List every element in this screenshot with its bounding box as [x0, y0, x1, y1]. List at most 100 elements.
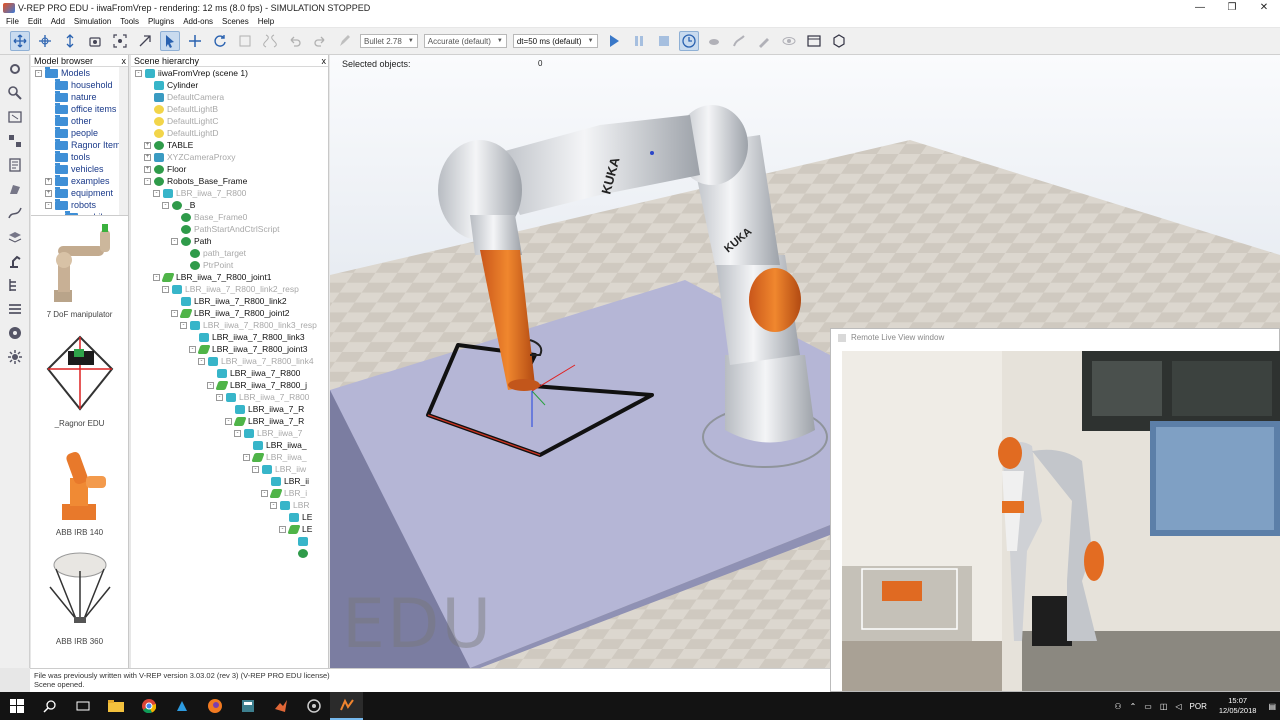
scene-tree-item[interactable]: LBR_iiwa_7_R800_link2 — [131, 295, 328, 307]
scene-tree-item[interactable]: LE — [131, 511, 328, 523]
accuracy-select[interactable]: Accurate (default) ▼ — [423, 34, 507, 48]
collapse-icon[interactable]: - — [189, 345, 196, 353]
collapse-icon[interactable]: - — [162, 201, 169, 209]
scene-tree-item[interactable]: - LBR_iiwa_7_R800 — [131, 391, 328, 403]
scene-tree-item[interactable]: - LBR_iiw — [131, 463, 328, 475]
click-select-button[interactable] — [160, 31, 180, 51]
selection-button[interactable] — [4, 83, 26, 103]
chrome-taskbar[interactable] — [132, 692, 165, 720]
chrome-alt-taskbar[interactable] — [297, 692, 330, 720]
model-thumbnail[interactable]: 7 DoF manipulator — [31, 220, 128, 329]
collapse-icon[interactable]: - — [153, 273, 160, 281]
close-button[interactable]: ✕ — [1248, 0, 1280, 15]
collapse-icon[interactable]: - — [45, 201, 52, 209]
scene-tree-item[interactable]: - LBR — [131, 499, 328, 511]
remote-live-view-window[interactable]: Remote Live View window — [830, 328, 1280, 692]
scene-tree-item[interactable]: Cylinder — [131, 79, 328, 91]
expand-icon[interactable]: + — [144, 165, 151, 173]
expand-icon[interactable]: + — [144, 141, 151, 149]
model-tree-item[interactable]: nature — [31, 90, 128, 103]
battery-icon[interactable]: ▭ — [1144, 702, 1152, 711]
scene-tree-item[interactable]: - _B — [131, 199, 328, 211]
close-icon[interactable]: x — [122, 55, 127, 67]
model-thumbnail[interactable]: _Ragnor EDU — [31, 329, 128, 438]
transfer-dna-button[interactable] — [260, 31, 280, 51]
path-edit-button[interactable] — [4, 203, 26, 223]
scene-tree-item[interactable]: + XYZCameraProxy — [131, 151, 328, 163]
menu-addons[interactable]: Add-ons — [183, 17, 213, 26]
collapse-icon[interactable]: - — [207, 381, 214, 389]
model-tree-item[interactable]: office items — [31, 102, 128, 115]
collapse-icon[interactable]: - — [252, 465, 259, 473]
page-selector-button[interactable] — [804, 31, 824, 51]
menu-scenes[interactable]: Scenes — [222, 17, 249, 26]
scene-selector-button[interactable] — [829, 31, 849, 51]
scene-tree-item[interactable]: - Path — [131, 235, 328, 247]
scene-tree-item[interactable] — [131, 547, 328, 559]
scene-tree-item[interactable]: DefaultLightD — [131, 127, 328, 139]
model-browser-toggle-button[interactable] — [4, 251, 26, 271]
firefox-taskbar[interactable] — [198, 692, 231, 720]
scene-tree-item[interactable]: LBR_iiwa_7_R800 — [131, 367, 328, 379]
expand-icon[interactable]: + — [45, 189, 52, 197]
layers-button[interactable] — [4, 227, 26, 247]
visualization-toggle-button[interactable] — [779, 31, 799, 51]
redo-button[interactable] — [310, 31, 330, 51]
scene-tree-item[interactable]: - LBR_i — [131, 487, 328, 499]
menu-help[interactable]: Help — [258, 17, 274, 26]
collapse-icon[interactable]: - — [144, 177, 151, 185]
camera-shift-button[interactable] — [60, 31, 80, 51]
scene-tree-item[interactable]: LBR_iiwa_ — [131, 439, 328, 451]
collapse-icon[interactable]: - — [135, 69, 142, 77]
collapse-icon[interactable]: - — [225, 417, 232, 425]
pause-simulation-button[interactable] — [629, 31, 649, 51]
camera-pan-button[interactable] — [10, 31, 30, 51]
timestep-select[interactable]: dt=50 ms (default) ▼ — [512, 34, 598, 48]
chevron-up-icon[interactable]: ⌃ — [1130, 702, 1137, 711]
scene-tree-item[interactable]: DefaultLightC — [131, 115, 328, 127]
scene-tree-item[interactable]: - LE — [131, 523, 328, 535]
menu-tools[interactable]: Tools — [120, 17, 139, 26]
model-tree-item[interactable]: tools — [31, 150, 128, 163]
model-tree-item[interactable]: + equipment — [31, 186, 128, 199]
camera-rotate-button[interactable] — [35, 31, 55, 51]
model-tree-item[interactable]: - Models — [31, 67, 128, 79]
scene-tree-item[interactable]: - LBR_iiwa_7_R — [131, 415, 328, 427]
fit-to-view-button[interactable] — [110, 31, 130, 51]
object-manipulation-button[interactable] — [135, 31, 155, 51]
scene-hierarchy-toggle-button[interactable] — [4, 275, 26, 295]
undo-button[interactable] — [285, 31, 305, 51]
physics-engine-select[interactable]: Bullet 2.78 ▼ — [360, 34, 418, 48]
scene-tree-item[interactable]: - LBR_iiwa_7_R800 — [131, 187, 328, 199]
scene-tree-item[interactable]: - LBR_iiwa_7_R800_joint1 — [131, 271, 328, 283]
realtime-mode-button[interactable] — [678, 31, 699, 51]
model-thumbnail[interactable]: ABB IRB 360 — [31, 547, 128, 656]
collapse-icon[interactable]: - — [162, 285, 169, 293]
collapse-icon[interactable]: - — [171, 309, 178, 317]
collapse-icon[interactable]: - — [243, 453, 250, 461]
collapse-icon[interactable]: - — [35, 69, 42, 77]
volume-icon[interactable]: ◁ — [1175, 702, 1181, 711]
video-recorder-button[interactable] — [4, 323, 26, 343]
language-indicator[interactable]: POR — [1190, 702, 1207, 711]
scene-tree-item[interactable]: - LBR_iiwa_7 — [131, 427, 328, 439]
scene-tree-item[interactable]: PtrPoint — [131, 259, 328, 271]
calculator-taskbar[interactable] — [231, 692, 264, 720]
scene-tree-item[interactable]: - LBR_iiwa_7_R800_link2_resp — [131, 283, 328, 295]
scene-tree-item[interactable]: + Floor — [131, 163, 328, 175]
close-icon[interactable]: x — [322, 55, 327, 67]
expand-icon[interactable]: + — [45, 177, 52, 185]
thread-rendering-button[interactable] — [754, 31, 774, 51]
remote-window-title[interactable]: Remote Live View window — [831, 329, 1279, 347]
vrep-taskbar[interactable] — [330, 692, 363, 720]
scene-tree-item[interactable]: - Robots_Base_Frame — [131, 175, 328, 187]
camera-opening-button[interactable] — [85, 31, 105, 51]
scene-tree-item[interactable]: LBR_ii — [131, 475, 328, 487]
model-tree-item[interactable]: Ragnor Item — [31, 138, 128, 151]
object-shift-button[interactable] — [185, 31, 205, 51]
model-tree-item[interactable]: mobile — [31, 210, 128, 215]
menu-simulation[interactable]: Simulation — [74, 17, 111, 26]
object-rotate-button[interactable] — [210, 31, 230, 51]
scrollbar[interactable] — [119, 67, 128, 215]
scene-tree-item[interactable]: - LBR_iiwa_7_R800_joint2 — [131, 307, 328, 319]
